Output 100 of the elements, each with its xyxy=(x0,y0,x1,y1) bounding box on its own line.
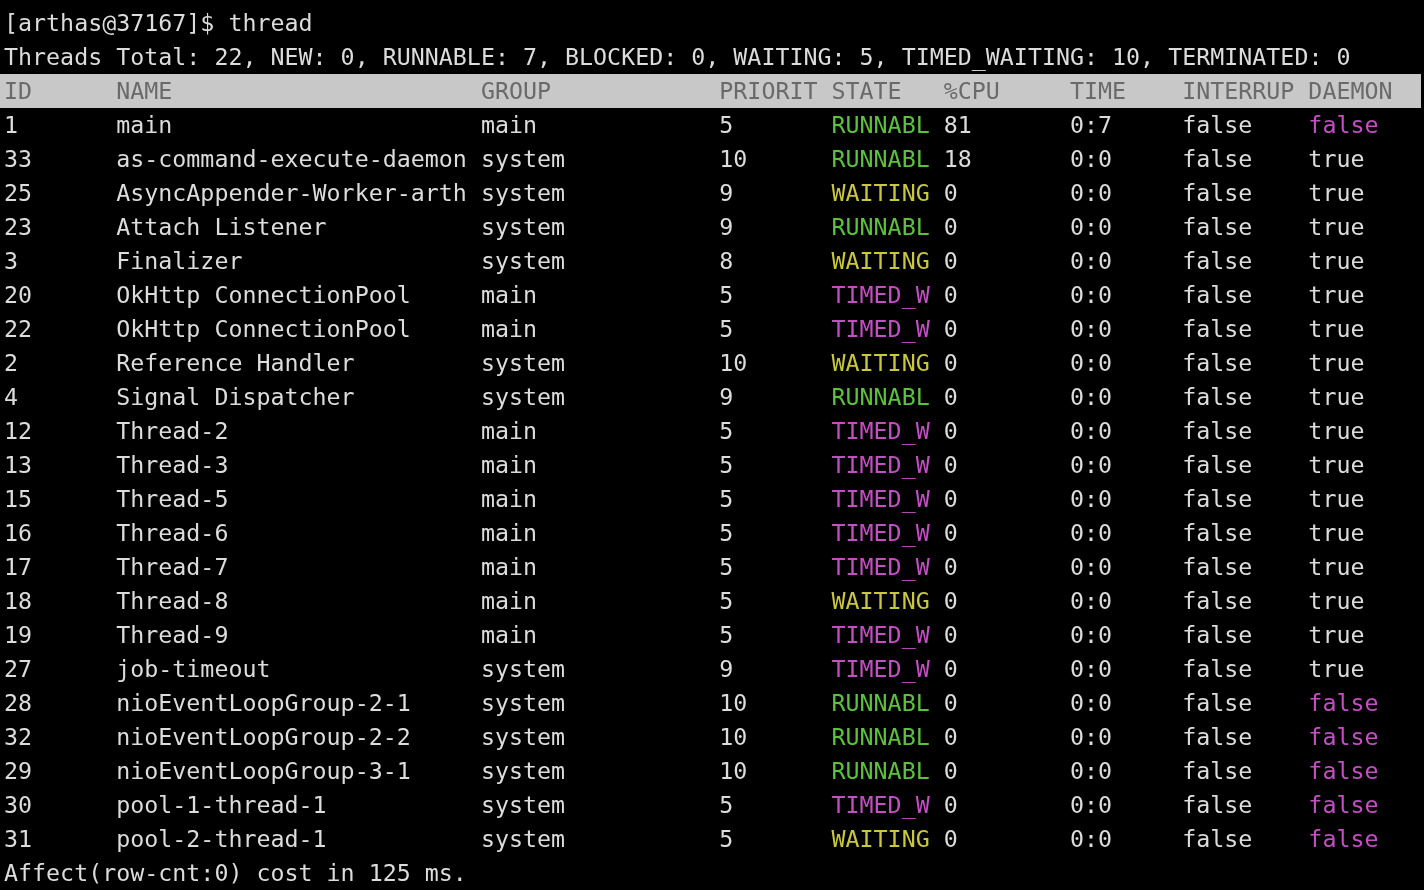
table-cell-text: TIMED_W xyxy=(831,620,930,651)
table-cell-text: false xyxy=(1182,790,1253,820)
table-cell-text: 0:0 xyxy=(1069,280,1112,310)
table-cell-text: 0 xyxy=(943,756,958,786)
table-cell-text: 25 xyxy=(4,178,33,208)
table-cell-text: 9 xyxy=(719,212,734,242)
table-cell-text: Thread-7 xyxy=(116,552,229,582)
table-cell-text: 0:0 xyxy=(1069,212,1112,242)
table-cell-text: 0:0 xyxy=(1069,654,1112,684)
table-cell-text: 22 xyxy=(4,314,33,344)
table-cell-text: 0:0 xyxy=(1069,348,1112,378)
table-cell-text: false xyxy=(1308,824,1379,854)
table-cell-text: Thread-3 xyxy=(116,450,229,480)
table-cell-text: true xyxy=(1308,518,1365,548)
table-cell-text: pool-2-thread-1 xyxy=(116,824,327,854)
table-cell-text: 15 xyxy=(4,484,33,514)
table-cell-text: 0 xyxy=(943,654,958,684)
table-cell-text: false xyxy=(1182,348,1253,378)
table-cell-text: 0 xyxy=(943,382,958,412)
table-cell-text: system xyxy=(480,212,566,242)
table-cell-text: 3 xyxy=(4,246,19,276)
table-cell-text: 5 xyxy=(719,824,734,854)
table-cell-text: Thread-5 xyxy=(116,484,229,514)
table-cell-text: 4 xyxy=(4,382,19,412)
table-cell-text: nioEventLoopGroup-3-1 xyxy=(116,756,411,786)
column-header: TIME xyxy=(1069,76,1127,106)
table-cell-text: AsyncAppender-Worker-arth xyxy=(116,178,467,208)
table-cell-text: nioEventLoopGroup-2-2 xyxy=(116,722,411,752)
table-cell-text: WAITING xyxy=(831,178,930,208)
column-header: GROUP xyxy=(480,76,551,106)
table-cell-text: main xyxy=(116,110,173,140)
table-cell-text: 13 xyxy=(4,450,33,480)
table-cell-text: true xyxy=(1308,178,1365,208)
table-cell-text: OkHttp ConnectionPool xyxy=(116,314,411,344)
table-cell-text: 0:0 xyxy=(1069,382,1112,412)
table-cell-text: nioEventLoopGroup-2-1 xyxy=(116,688,411,718)
table-cell-text: false xyxy=(1182,110,1253,140)
table-cell-text: OkHttp ConnectionPool xyxy=(116,280,411,310)
table-cell-text: false xyxy=(1182,518,1253,548)
column-header: DAEMON xyxy=(1308,76,1393,106)
table-cell-text: false xyxy=(1182,688,1253,718)
table-cell-text: main xyxy=(480,450,537,480)
table-cell-text: 0:0 xyxy=(1069,790,1112,820)
table-cell-text: TIMED_W xyxy=(831,518,930,549)
table-cell-text: true xyxy=(1308,484,1365,514)
table-cell-text: true xyxy=(1308,144,1365,174)
table-cell-text: WAITING xyxy=(831,586,930,616)
table-cell-text: 0:0 xyxy=(1069,586,1112,616)
table-cell-text: system xyxy=(480,246,566,276)
table-cell-text: Thread-6 xyxy=(116,518,229,548)
table-cell-text: false xyxy=(1308,688,1379,718)
table-cell-text: main xyxy=(480,484,537,514)
table-cell-text: true xyxy=(1308,416,1365,446)
table-cell-text: system xyxy=(480,178,566,208)
table-cell-text: 23 xyxy=(4,212,33,242)
table-cell-text: RUNNABL xyxy=(831,212,930,242)
table-cell-text: job-timeout xyxy=(116,654,271,684)
table-cell-text: main xyxy=(480,110,537,140)
table-cell-text: false xyxy=(1308,110,1379,140)
table-cell-text: 0:7 xyxy=(1069,110,1112,140)
table-cell-text: 0 xyxy=(943,620,958,650)
table-cell-text: as-command-execute-daemon xyxy=(116,144,467,174)
table-cell-text: 0 xyxy=(943,688,958,718)
table-cell-text: 0 xyxy=(943,450,958,480)
table-cell-text: 0:0 xyxy=(1069,144,1112,174)
table-cell-text: 27 xyxy=(4,654,33,684)
table-cell-text: true xyxy=(1308,450,1365,480)
table-cell-text: true xyxy=(1308,620,1365,650)
thread-summary: Threads Total: 22, NEW: 0, RUNNABLE: 7, BLOCKED: 0, WAITING: 5, TIMED_WAITING: 10, TERMINATED: 0 xyxy=(4,42,1351,73)
table-cell-text: false xyxy=(1182,824,1253,854)
command-prompt: [arthas@37167]$ thread xyxy=(4,8,313,38)
table-cell-text: 16 xyxy=(4,518,33,548)
table-cell-text: system xyxy=(480,348,566,378)
table-cell-text: 0:0 xyxy=(1069,722,1112,752)
table-cell-text: false xyxy=(1182,144,1253,174)
table-cell-text: 10 xyxy=(719,688,748,718)
column-header: INTERRUP xyxy=(1182,76,1295,106)
table-cell-text: false xyxy=(1308,756,1379,786)
table-cell-text: 5 xyxy=(719,552,734,582)
table-cell-text: main xyxy=(480,416,537,446)
table-cell-text: 18 xyxy=(943,144,972,174)
column-header: %CPU xyxy=(943,76,1000,106)
table-cell-text: main xyxy=(480,314,537,344)
table-cell-text: 0:0 xyxy=(1069,688,1112,718)
table-cell-text: Signal Dispatcher xyxy=(116,382,355,412)
table-cell-text: 5 xyxy=(719,518,734,548)
table-cell-text: 10 xyxy=(719,144,748,174)
table-cell-text: Thread-2 xyxy=(116,416,229,446)
table-cell-text: RUNNABL xyxy=(831,110,930,140)
table-cell-text: 10 xyxy=(719,348,748,378)
table-cell-text: false xyxy=(1182,314,1253,344)
column-header: ID xyxy=(4,76,33,106)
table-cell-text: TIMED_W xyxy=(831,280,930,311)
table-cell-text: main xyxy=(480,552,537,582)
table-cell-text: 9 xyxy=(719,178,734,208)
table-cell-text: system xyxy=(480,824,566,854)
table-cell-text: false xyxy=(1182,586,1253,616)
table-cell-text: 0:0 xyxy=(1069,416,1112,446)
table-cell-text: RUNNABL xyxy=(831,722,930,752)
table-cell-text: false xyxy=(1182,722,1253,752)
